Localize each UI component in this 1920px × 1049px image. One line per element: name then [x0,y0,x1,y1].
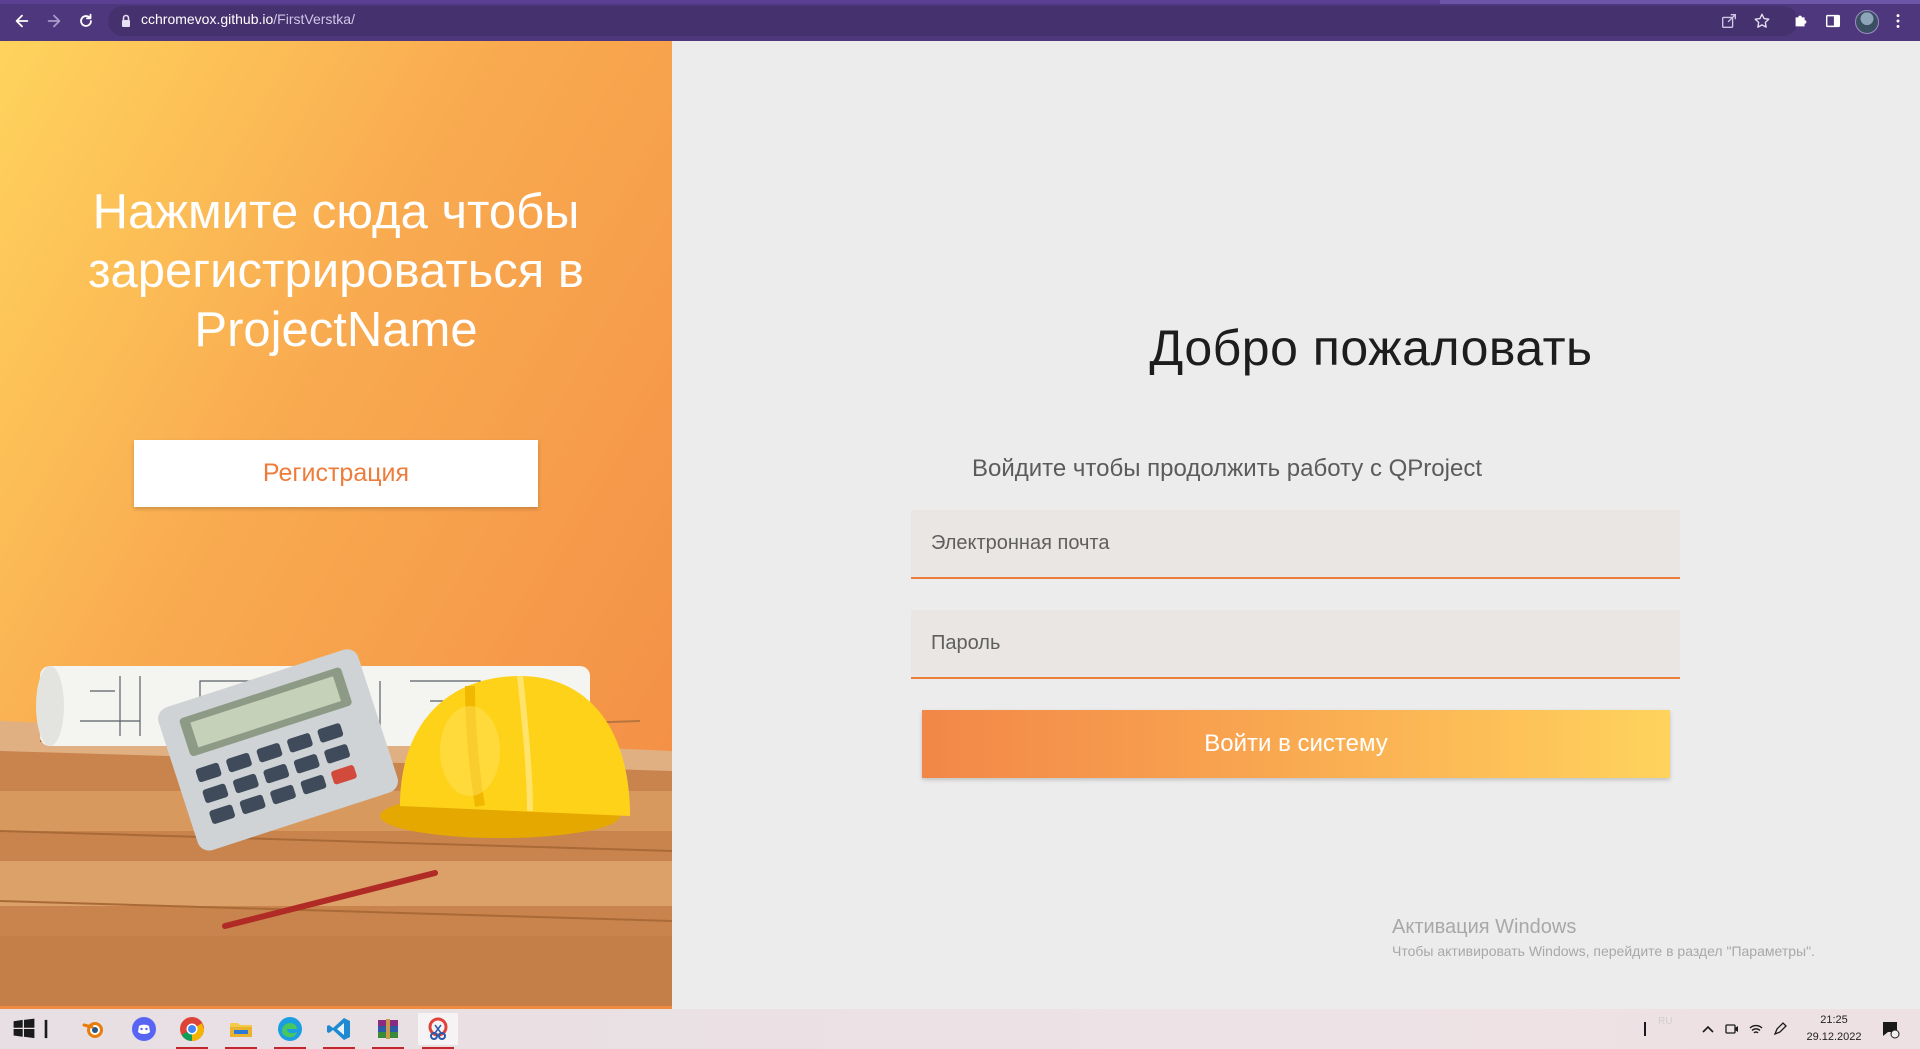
login-panel: Добро пожаловать Войдите чтобы продолжит… [672,41,1920,1009]
url-text[interactable]: cchromevox.github.io/FirstVerstka/ [141,11,355,27]
chevron-up-icon[interactable] [1700,1021,1716,1037]
taskbar-blender[interactable] [74,1013,114,1045]
blender-icon [82,1022,103,1038]
share-icon [1722,14,1736,28]
welcome-title-text: Добро пожаловать [1149,320,1593,376]
puzzle-icon [1795,15,1807,27]
discord-icon [132,1017,156,1041]
menu-button[interactable] [1885,8,1911,34]
taskbar-chrome[interactable] [172,1013,212,1049]
taskbar-separator-icon [1644,1022,1646,1036]
taskbar-edge[interactable] [270,1013,310,1049]
bookmark-button[interactable] [1749,8,1775,34]
extensions-button[interactable] [1788,8,1814,34]
browser-toolbar: cchromevox.github.io/FirstVerstka/ [0,0,1920,41]
language-indicator[interactable]: RU [1658,1016,1672,1027]
address-bar[interactable] [108,6,1798,36]
arrow-left-icon [15,14,29,28]
taskbar-snipping-tool[interactable] [418,1013,458,1049]
watermark-text: Чтобы активировать Windows, перейдите в … [1392,943,1815,959]
notification-icon[interactable] [1880,1019,1900,1039]
vscode-icon [327,1018,350,1040]
construction-illustration [0,649,672,1009]
side-panel-button[interactable] [1820,8,1846,34]
task-view-icon [44,1019,48,1039]
winrar-icon [378,1019,398,1039]
windows-logo-icon [13,1018,35,1039]
reload-button[interactable] [73,8,99,34]
wifi-icon[interactable] [1748,1021,1764,1037]
kebab-menu-icon [1896,14,1900,28]
edge-icon [278,1017,302,1041]
register-panel: Нажмите сюда чтобы зарегистрироваться в … [0,41,672,1009]
register-button[interactable]: Регистрация [134,440,538,507]
windows-activation-watermark: Активация Windows Чтобы активировать Win… [1392,916,1892,959]
taskbar-discord[interactable] [124,1013,164,1045]
active-tab-indicator [1440,0,1920,4]
arrow-right-icon [47,14,61,28]
clock[interactable]: 21:25 29.12.2022 [1804,1012,1864,1046]
email-field[interactable] [911,510,1680,579]
profile-avatar[interactable] [1855,10,1879,34]
welcome-title: Добро пожаловать [672,319,1920,377]
url-domain: cchromevox.github.io [141,11,274,27]
tab-strip-edge [0,0,1920,4]
url-path: /FirstVerstka/ [273,11,355,27]
back-button[interactable] [9,8,35,34]
reload-icon [80,13,92,27]
taskbar: RU 21:25 29.12.2022 [0,1009,1920,1049]
pen-icon[interactable] [1772,1021,1788,1037]
lock-icon[interactable] [118,13,134,29]
login-button[interactable]: Войти в систему [922,710,1670,778]
login-subtitle: Войдите чтобы продолжить работу с QProje… [972,455,1482,482]
page-content: Нажмите сюда чтобы зарегистрироваться в … [0,41,1920,1009]
clock-time: 21:25 [1820,1014,1848,1026]
taskbar-vscode[interactable] [319,1013,359,1049]
watermark-title: Активация Windows [1392,916,1577,938]
folder-icon [230,1023,252,1037]
chrome-icon [180,1017,204,1041]
taskbar-winrar[interactable] [368,1013,408,1049]
register-promo-title[interactable]: Нажмите сюда чтобы зарегистрироваться в … [40,183,632,360]
side-panel-icon [1825,14,1841,28]
task-view-button[interactable] [36,1013,56,1045]
star-icon [1754,13,1770,28]
password-field[interactable] [911,610,1680,679]
forward-button[interactable] [41,8,67,34]
meet-now-icon[interactable] [1724,1021,1740,1037]
share-button[interactable] [1716,8,1742,34]
clock-date: 29.12.2022 [1806,1031,1862,1043]
taskbar-file-explorer[interactable] [221,1013,261,1049]
snipping-tool-icon [428,1017,448,1040]
